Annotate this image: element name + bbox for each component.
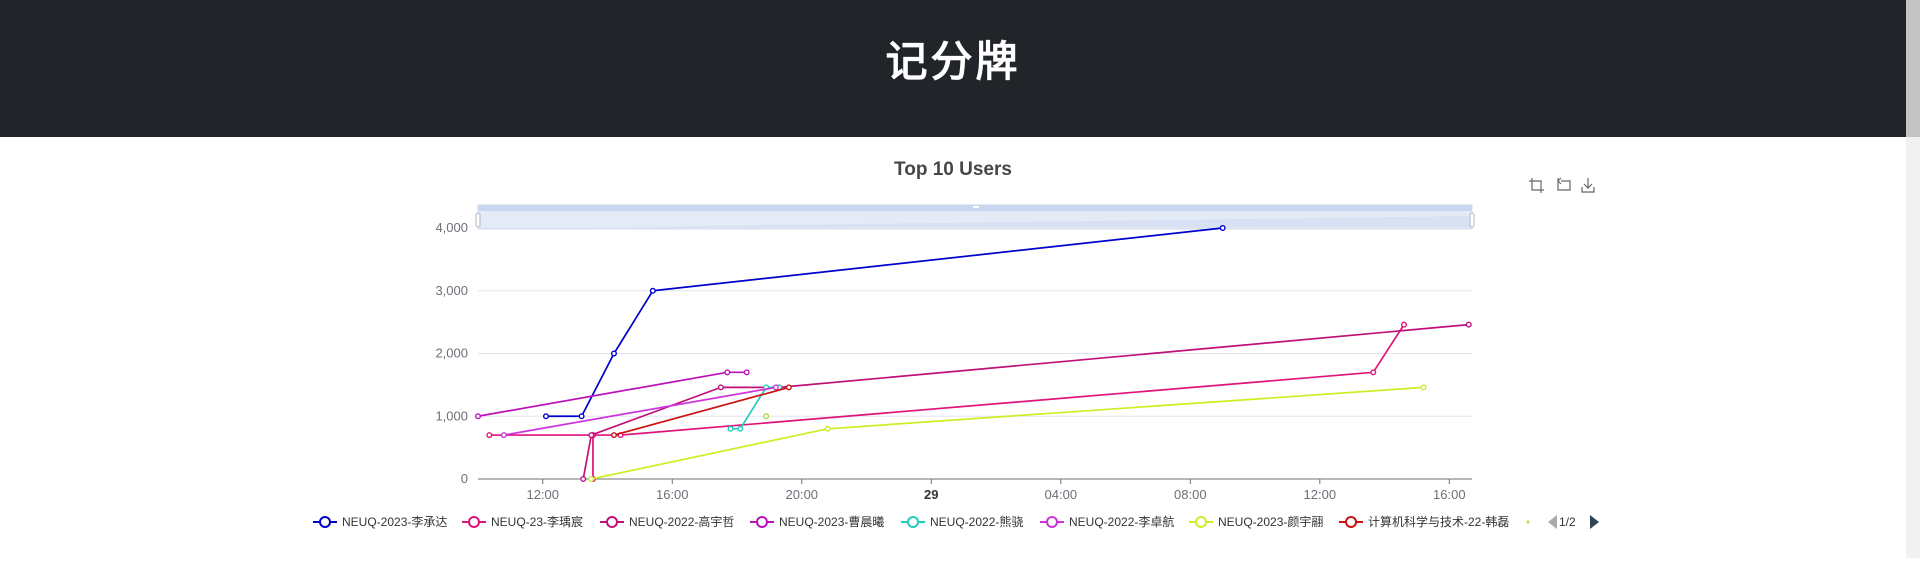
legend-item[interactable]: NEUQ-23-李瑀宸 xyxy=(491,514,583,529)
legend-marker xyxy=(1195,516,1207,528)
x-tick-label: 20:00 xyxy=(786,487,819,502)
legend-marker xyxy=(1345,516,1357,528)
legend-item[interactable]: NEUQ-2022-熊骁 xyxy=(930,514,1023,529)
data-point xyxy=(610,350,617,357)
zoom-reset-icon[interactable] xyxy=(1557,177,1571,191)
page-title: 记分牌 xyxy=(885,37,1021,86)
legend-next-icon[interactable] xyxy=(1590,515,1599,529)
legend-marker xyxy=(1046,516,1058,528)
x-tick-label: 29 xyxy=(924,487,938,502)
legend-marker xyxy=(468,516,480,528)
zoom-icon[interactable] xyxy=(1529,178,1544,193)
x-tick-label: 04:00 xyxy=(1045,487,1078,502)
y-tick-label: 1,000 xyxy=(435,408,468,423)
data-point xyxy=(588,476,595,483)
legend-prev-icon[interactable] xyxy=(1548,515,1557,529)
data-zoom-handle-right[interactable] xyxy=(1469,212,1475,228)
data-point xyxy=(578,413,585,420)
data-point xyxy=(580,476,587,483)
data-point xyxy=(743,369,750,376)
data-point xyxy=(542,413,549,420)
data-zoom-handle-left[interactable] xyxy=(475,212,481,228)
legend-item[interactable]: 计算机科学与技术-22-韩磊 xyxy=(1368,514,1509,529)
y-tick-label: 2,000 xyxy=(435,346,468,361)
data-point xyxy=(737,425,744,432)
series-line xyxy=(489,324,1405,480)
page-header: 记分牌 xyxy=(0,0,1906,137)
x-tick-label: 12:00 xyxy=(526,487,559,502)
data-point xyxy=(475,413,482,420)
legend-marker xyxy=(756,516,768,528)
legend-item[interactable]: NEUQ-2023-颜宇翮 xyxy=(1218,514,1323,529)
data-point xyxy=(785,384,792,391)
data-point xyxy=(724,369,731,376)
data-point xyxy=(1420,384,1427,391)
data-point xyxy=(772,384,779,391)
legend-overflow-marker xyxy=(1526,520,1530,524)
legend-item[interactable]: NEUQ-2023-李承达 xyxy=(342,514,447,529)
data-point xyxy=(1465,321,1472,328)
x-tick-label: 08:00 xyxy=(1174,487,1207,502)
y-tick-label: 0 xyxy=(461,471,468,486)
data-point xyxy=(649,287,656,294)
legend-marker xyxy=(606,516,618,528)
x-tick-label: 16:00 xyxy=(1433,487,1466,502)
legend-item[interactable]: NEUQ-2023-曹晨曦 xyxy=(779,515,884,529)
line-chart: Top 10 Users 0 1,000 2,000 3,000 4,000 12:00 16… xyxy=(313,159,1599,529)
legend-marker xyxy=(319,516,331,528)
y-tick-label: 4,000 xyxy=(435,220,468,235)
chart-container: Top 10 Users 0 1,000 2,000 3,000 4,000 12:00 16… xyxy=(0,137,1906,558)
data-point xyxy=(1370,369,1377,376)
data-point xyxy=(824,425,831,432)
series-line xyxy=(591,386,1424,480)
series-line xyxy=(545,227,1223,418)
data-zoom-grip xyxy=(973,206,979,208)
x-tick-label: 12:00 xyxy=(1304,487,1337,502)
y-tick-label: 3,000 xyxy=(435,283,468,298)
data-point xyxy=(1401,321,1408,328)
data-point xyxy=(500,432,507,439)
data-point xyxy=(763,413,770,420)
data-point xyxy=(588,432,595,439)
legend-item[interactable]: NEUQ-2022-李卓航 xyxy=(1069,514,1174,529)
legend-page-indicator: 1/2 xyxy=(1559,515,1576,529)
data-point xyxy=(717,384,724,391)
chart-title: Top 10 Users xyxy=(894,159,1012,180)
data-point xyxy=(610,432,617,439)
page-scrollbar-thumb[interactable] xyxy=(1906,0,1920,137)
legend-marker xyxy=(907,516,919,528)
x-tick-label: 16:00 xyxy=(656,487,689,502)
data-point xyxy=(727,425,734,432)
data-point xyxy=(486,432,493,439)
data-point xyxy=(1219,224,1226,231)
download-icon[interactable] xyxy=(1581,178,1595,193)
legend-item[interactable]: NEUQ-2022-高宇哲 xyxy=(629,514,734,529)
